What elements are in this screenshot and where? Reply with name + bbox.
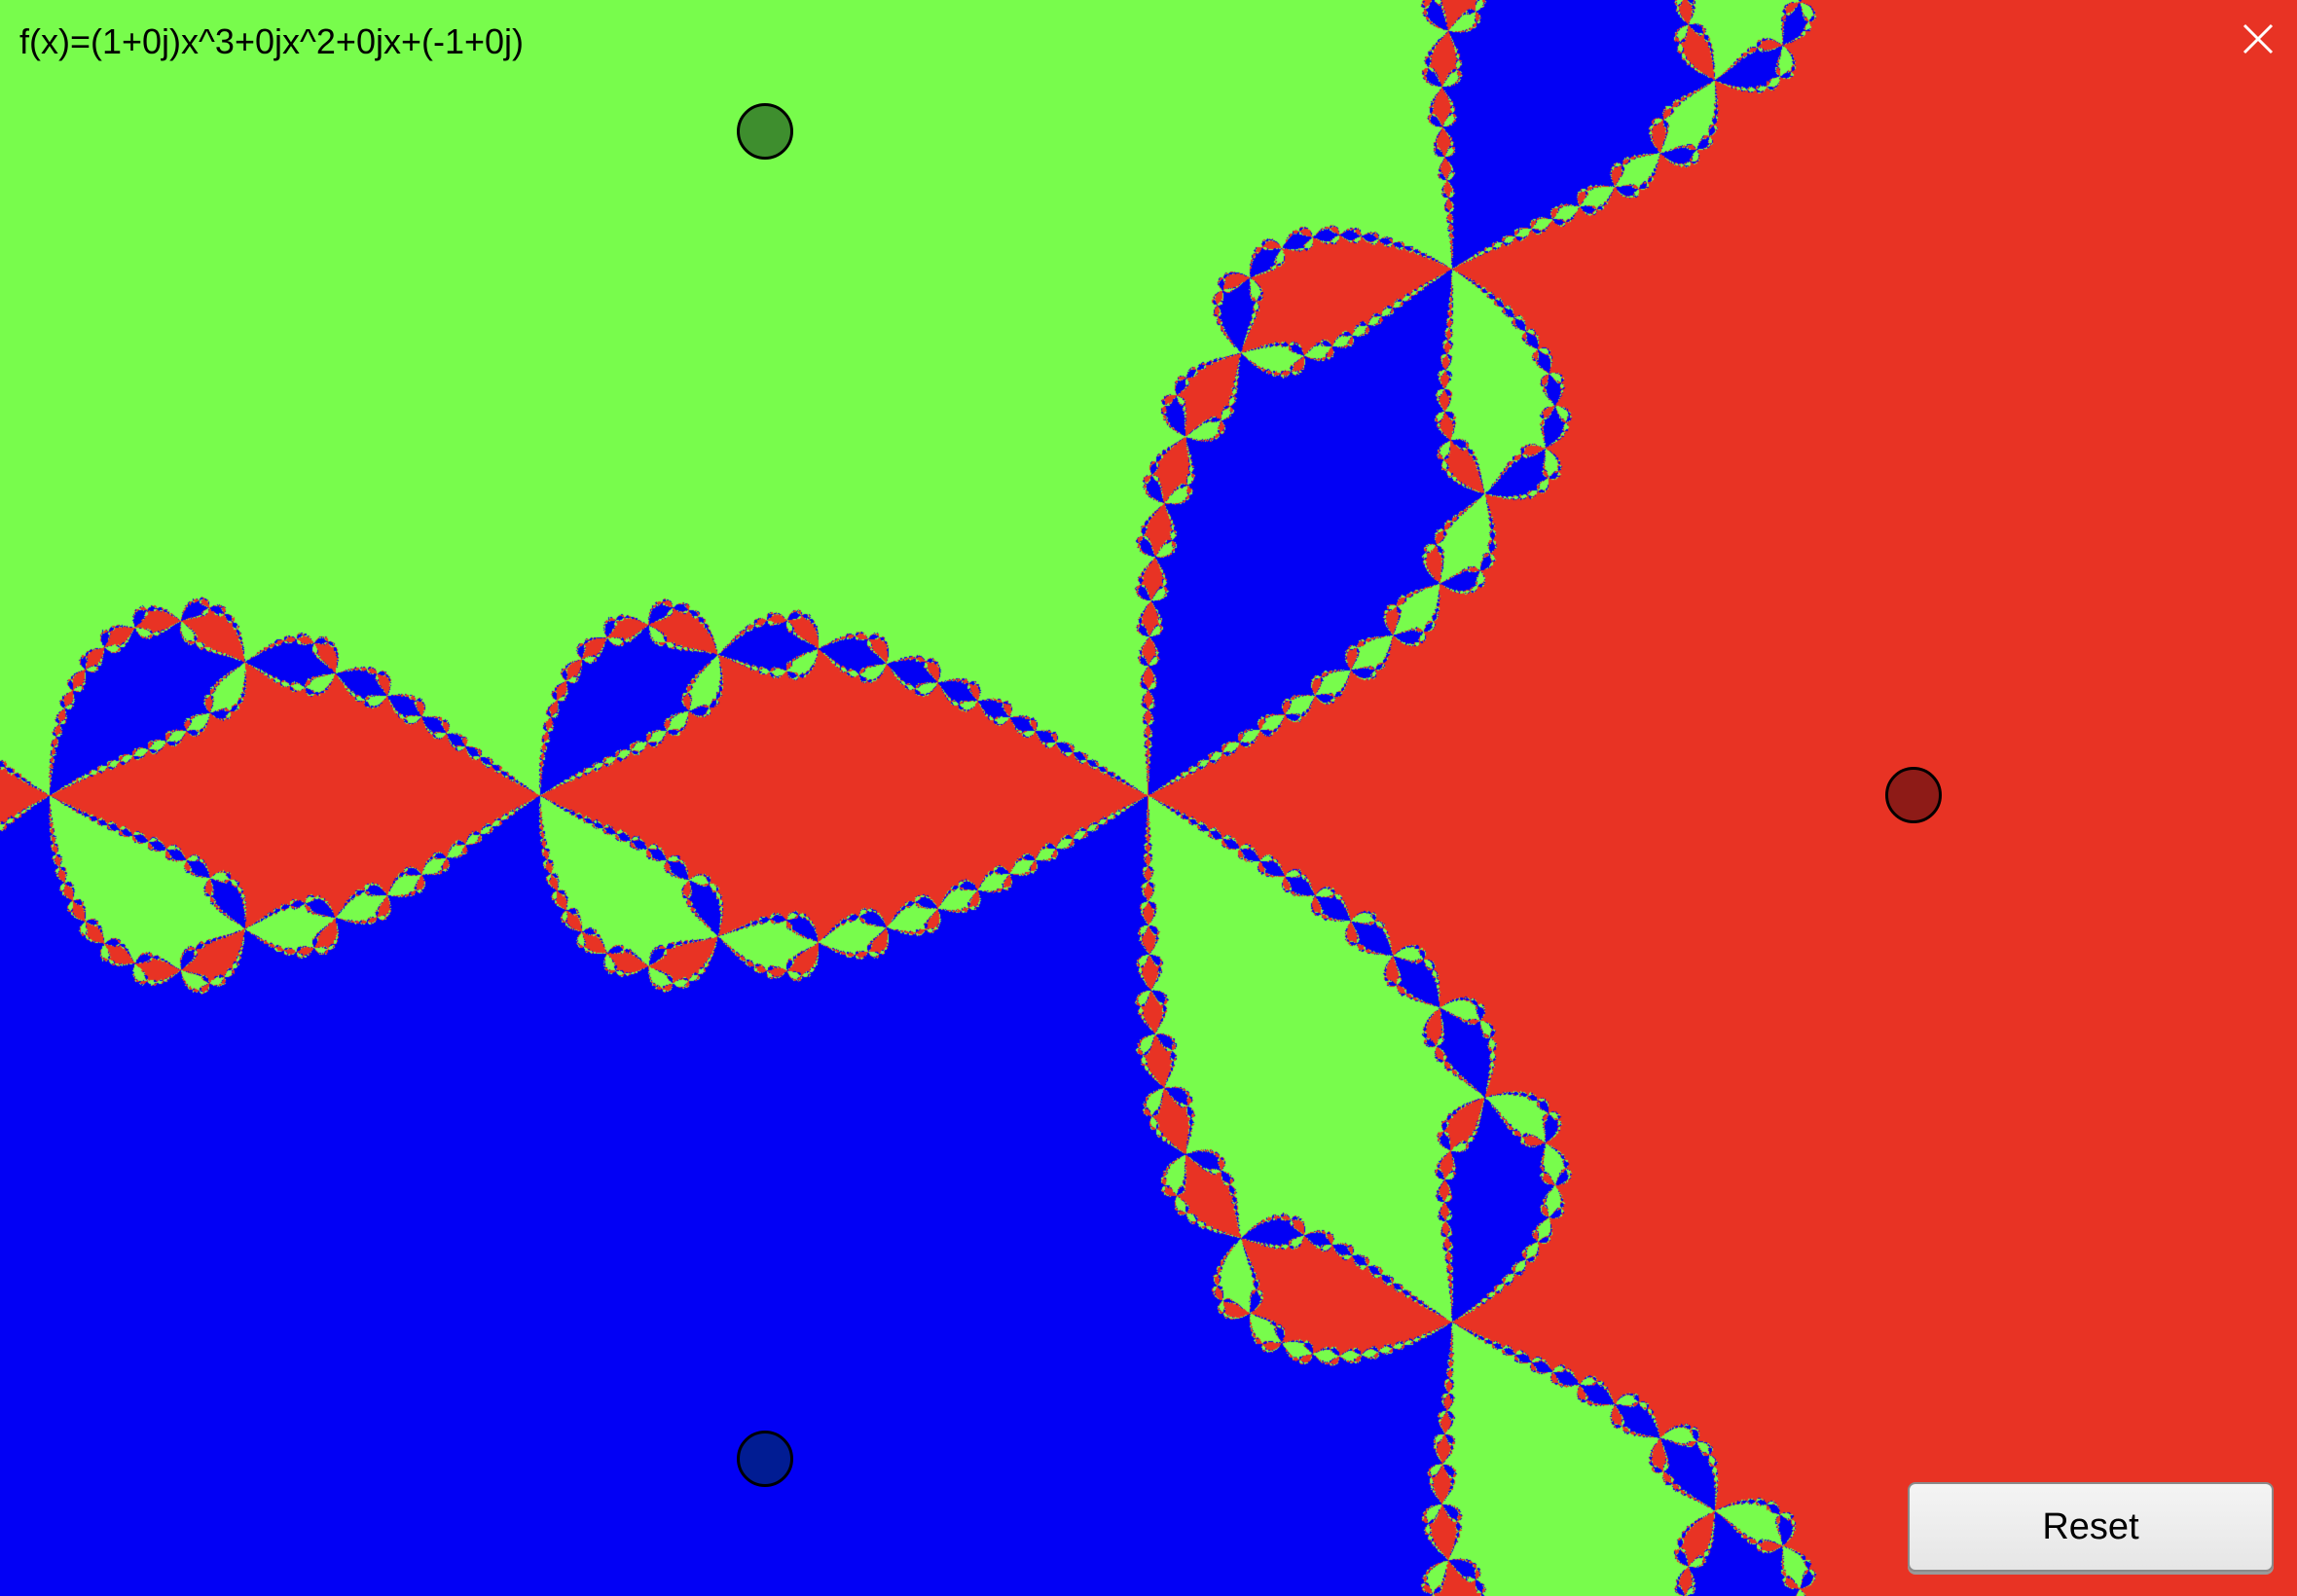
reset-button[interactable]: Reset — [1908, 1482, 2274, 1572]
newton-fractal-app: f(x)=(1+0j)x^3+0jx^2+0jx+(-1+0j) Reset — [0, 0, 2297, 1596]
root-red-handle[interactable] — [1885, 767, 1942, 823]
root-blue-handle[interactable] — [736, 1430, 793, 1487]
polynomial-formula: f(x)=(1+0j)x^3+0jx^2+0jx+(-1+0j) — [19, 21, 525, 61]
fractal-canvas[interactable] — [0, 0, 2297, 1596]
root-green-handle[interactable] — [736, 103, 793, 161]
close-button[interactable] — [2237, 18, 2279, 60]
close-icon — [2242, 23, 2274, 54]
